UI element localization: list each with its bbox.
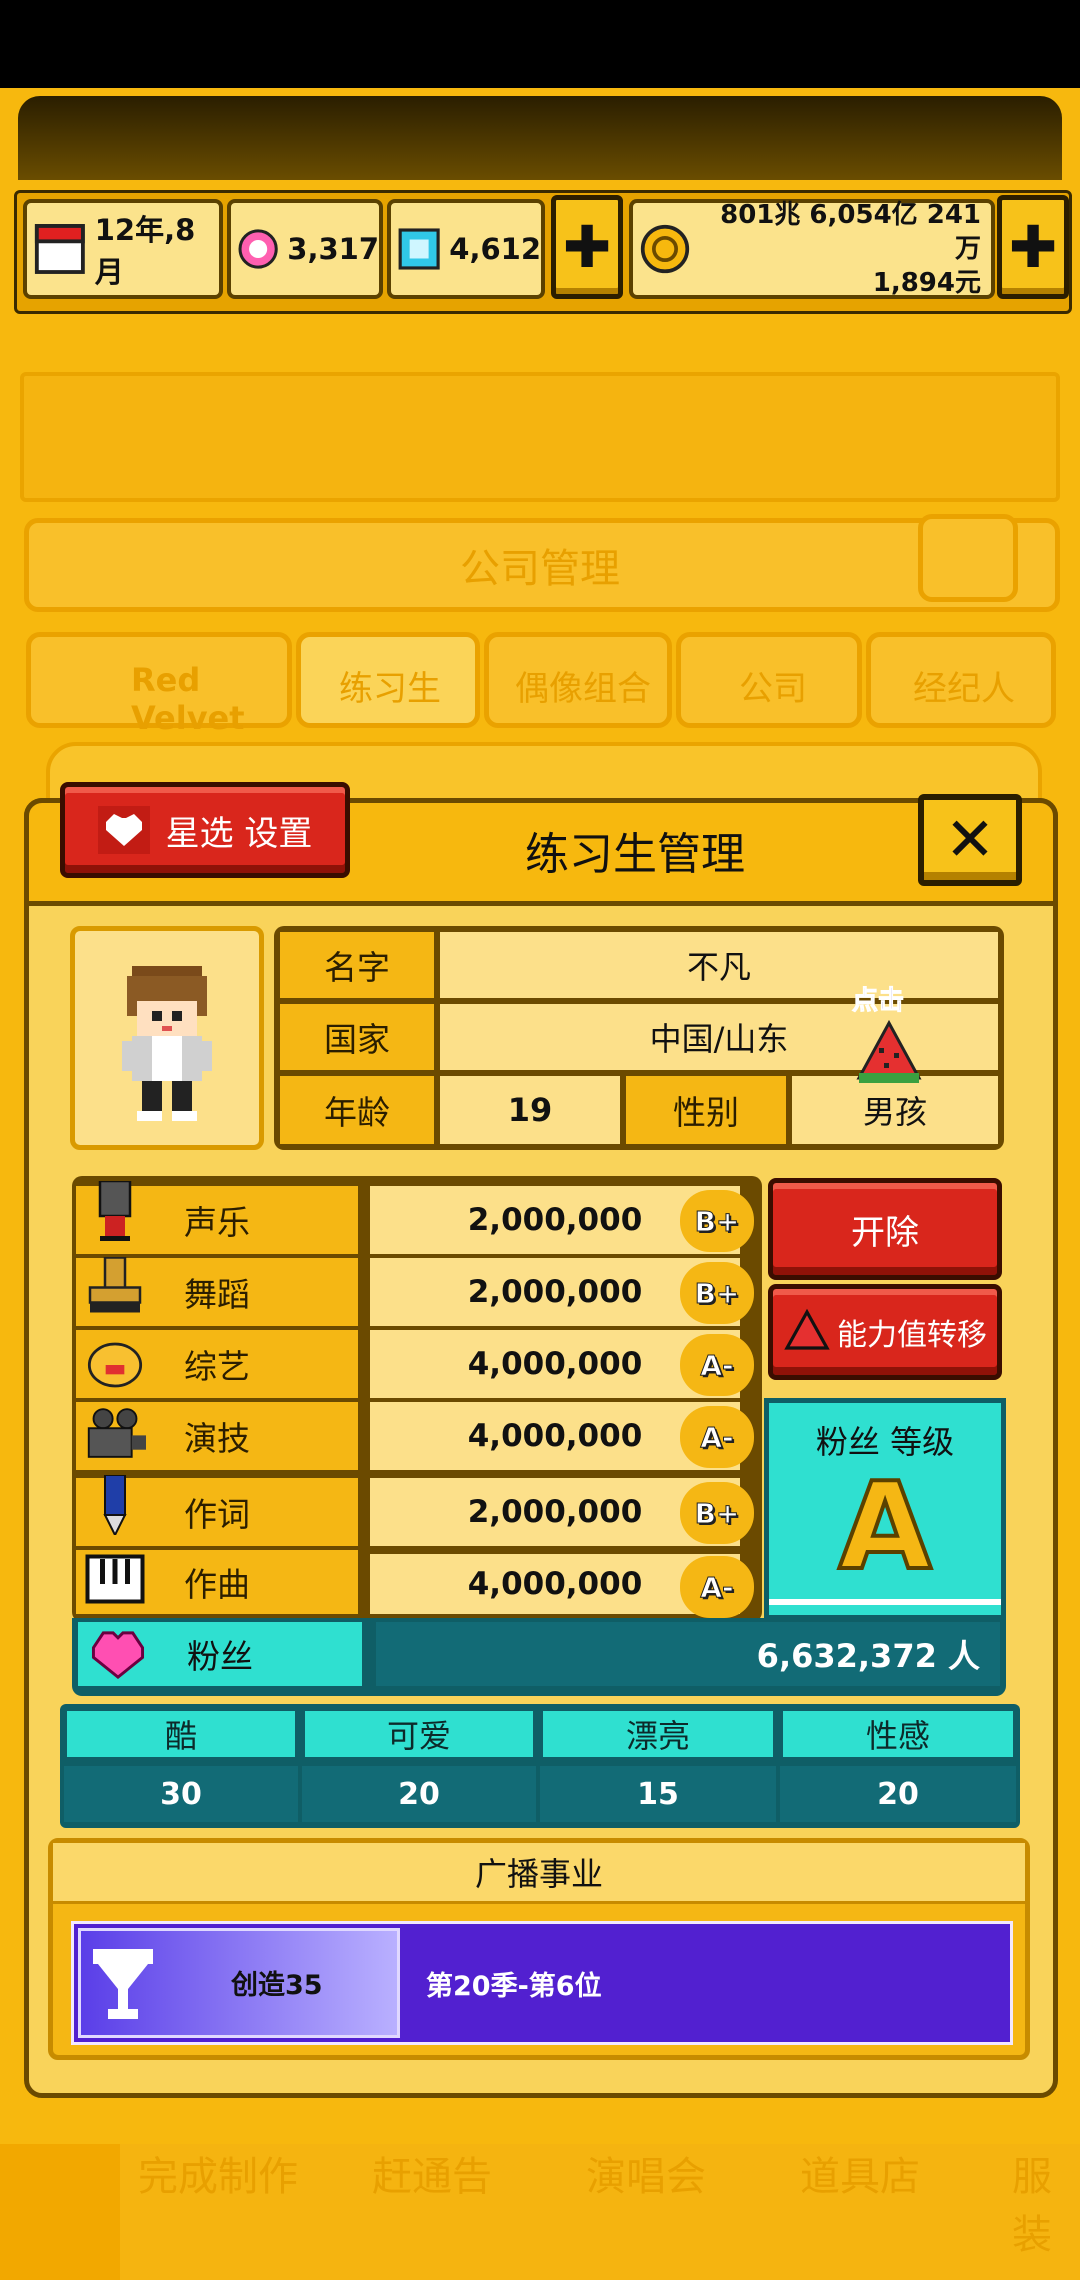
background-tab-idol-group: 偶像组合 bbox=[484, 632, 672, 728]
fan-level-grade: A bbox=[837, 1458, 934, 1597]
country-label: 国家 bbox=[280, 1004, 434, 1070]
background-bottom-nav: 完成制作 赶通告 演唱会 道具店 服装 bbox=[0, 2144, 1080, 2280]
fan-level-panel: 粉丝 等级 A bbox=[764, 1398, 1006, 1620]
transfer-icon bbox=[784, 1308, 830, 1350]
diamond-icon bbox=[398, 228, 440, 270]
skill-grade: B+ bbox=[680, 1482, 754, 1544]
add-currency-button[interactable]: ✚ bbox=[551, 195, 623, 299]
background-tab-1: 练习生 bbox=[339, 669, 441, 709]
fans-value: 6,632,372 人 bbox=[376, 1622, 1000, 1686]
bottom-nav-item-4: 服装 bbox=[1012, 2154, 1052, 2258]
camera-icon bbox=[84, 1402, 146, 1464]
broadcast-show-name: 创造35 bbox=[231, 1970, 323, 2001]
date-display: 12年,8月 bbox=[23, 199, 223, 299]
bottom-nav-item-1: 赶通告 bbox=[372, 2154, 492, 2200]
pen-icon bbox=[84, 1474, 146, 1536]
fan-level-label: 粉丝 等级 bbox=[815, 1423, 955, 1461]
top-dark-bar bbox=[18, 96, 1062, 180]
money-line-1: 801兆 6,054亿 241万 bbox=[720, 200, 981, 264]
skill-grade: B+ bbox=[680, 1190, 754, 1252]
gem-icon bbox=[238, 229, 278, 269]
background-close-button bbox=[918, 514, 1018, 602]
name-label: 名字 bbox=[280, 932, 434, 998]
background-stage-strip bbox=[20, 372, 1060, 502]
calendar-icon bbox=[34, 224, 85, 274]
gems-count: 3,317 bbox=[287, 232, 379, 266]
resource-bar: 12年,8月 3,317 4,612 ✚ 801兆 6,054亿 241万 1,… bbox=[14, 190, 1072, 314]
plus-icon: ✚ bbox=[1008, 213, 1058, 281]
background-tab-2: 偶像组合 bbox=[515, 669, 651, 709]
broadcast-show-card[interactable]: 创造35 第20季-第6位 bbox=[71, 1921, 1013, 2045]
fan-level-bar bbox=[769, 1599, 1001, 1605]
trainee-avatar bbox=[122, 966, 212, 1121]
background-tab-0: Red Velvet bbox=[131, 661, 245, 737]
background-tab-company: 公司 bbox=[676, 632, 862, 728]
background-tab-trainee: 练习生 bbox=[296, 632, 480, 728]
background-tab-manager: 经纪人 bbox=[866, 632, 1056, 728]
diamonds-count: 4,612 bbox=[449, 232, 541, 266]
dialog-close-button[interactable]: ✕ bbox=[918, 794, 1022, 886]
background-tab-group: Red Velvet bbox=[26, 632, 292, 737]
trait-label-cool: 酷 bbox=[64, 1708, 298, 1760]
skill-grade: A- bbox=[680, 1556, 754, 1618]
trainee-avatar-frame bbox=[70, 926, 264, 1150]
money-line-2: 1,894元 bbox=[872, 268, 981, 298]
date-text: 12年,8月 bbox=[94, 213, 196, 289]
bottom-nav-item-2: 演唱会 bbox=[586, 2154, 706, 2200]
trait-value-pretty: 15 bbox=[540, 1766, 776, 1822]
add-money-button[interactable]: ✚ bbox=[997, 195, 1069, 299]
piano-icon bbox=[84, 1548, 146, 1610]
trophy-icon bbox=[93, 1949, 153, 2019]
bottom-nav-item-3: 道具店 bbox=[800, 2154, 920, 2200]
fire-button-label: 开除 bbox=[851, 1212, 919, 1253]
trait-label-pretty: 漂亮 bbox=[540, 1708, 776, 1760]
coin-icon bbox=[640, 224, 690, 274]
money-display: 801兆 6,054亿 241万 1,894元 bbox=[629, 199, 995, 299]
gems-display: 3,317 bbox=[227, 199, 383, 299]
name-value: 不凡 bbox=[440, 932, 998, 998]
background-tab-3: 公司 bbox=[739, 669, 807, 709]
trait-label-cute: 可爱 bbox=[302, 1708, 536, 1760]
broadcast-section: 广播事业 创造35 第20季-第6位 bbox=[48, 1838, 1030, 2060]
close-icon: ✕ bbox=[944, 805, 996, 875]
fans-row: 粉丝 6,632,372 人 bbox=[72, 1618, 1006, 1696]
plus-icon: ✚ bbox=[562, 213, 612, 281]
ability-transfer-button[interactable]: 能力值转移 bbox=[768, 1284, 1002, 1380]
skill-grade: A- bbox=[680, 1334, 754, 1396]
diamonds-display: 4,612 bbox=[387, 199, 545, 299]
broadcast-result: 第20季-第6位 bbox=[426, 1971, 602, 2002]
age-value: 19 bbox=[440, 1076, 620, 1144]
fire-button[interactable]: 开除 bbox=[768, 1178, 1002, 1280]
background-tab-4: 经纪人 bbox=[913, 669, 1015, 709]
skill-grade: B+ bbox=[680, 1262, 754, 1324]
age-label: 年龄 bbox=[280, 1076, 434, 1144]
gender-label: 性别 bbox=[626, 1076, 786, 1144]
trait-value-cool: 30 bbox=[64, 1766, 298, 1822]
broadcast-show-tile: 创造35 bbox=[78, 1928, 400, 2038]
ability-transfer-label: 能力值转移 bbox=[837, 1318, 987, 1353]
trait-label-sexy: 性感 bbox=[780, 1708, 1016, 1760]
pink-heart-icon bbox=[91, 1631, 145, 1679]
boot-icon bbox=[84, 1254, 146, 1316]
traits-table: 酷 可爱 漂亮 性感 30 20 15 20 bbox=[60, 1704, 1020, 1828]
microphone-icon bbox=[84, 1180, 146, 1242]
skill-grade: A- bbox=[680, 1406, 754, 1468]
bottom-nav-left-block bbox=[0, 2144, 120, 2280]
trait-value-sexy: 20 bbox=[780, 1766, 1016, 1822]
smile-face-icon bbox=[84, 1334, 146, 1396]
broadcast-title: 广播事业 bbox=[53, 1843, 1025, 1904]
bottom-nav-item-0: 完成制作 bbox=[138, 2154, 298, 2200]
watermelon-icon[interactable] bbox=[854, 1018, 924, 1088]
tap-hint-label: 点击 bbox=[851, 986, 905, 1017]
trait-value-cute: 20 bbox=[302, 1766, 536, 1822]
